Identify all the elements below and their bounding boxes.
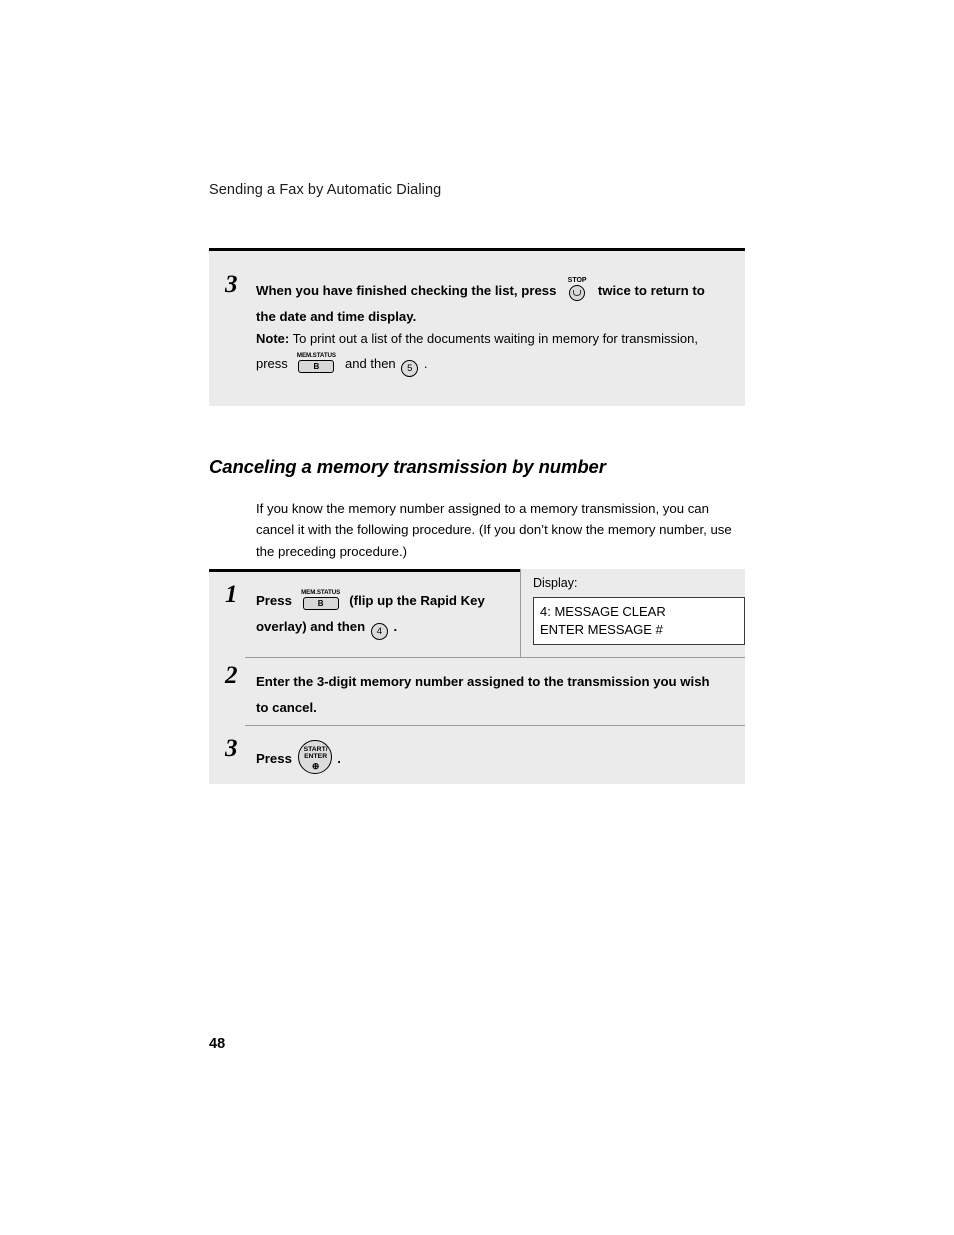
mem-status-key-label: MEM.STATUS	[301, 589, 341, 596]
divider-step-2-3	[245, 725, 745, 726]
step-2-line1: Enter the 3-digit memory number assigned…	[256, 674, 710, 689]
stop-key-label: STOP	[567, 277, 587, 284]
digit-key-4-icon[interactable]: 4	[370, 622, 388, 640]
digit-key-5-icon[interactable]: 5	[401, 360, 419, 378]
step-2-line2: to cancel.	[256, 699, 317, 715]
section-heading: Canceling a memory transmission by numbe…	[209, 456, 606, 477]
step-top-instruction: When you have finished checking the list…	[256, 277, 736, 329]
display-panel: Display: 4: MESSAGE CLEAR ENTER MESSAGE …	[520, 569, 745, 657]
step-top-line2: the date and time display.	[256, 308, 417, 324]
display-line-1: 4: MESSAGE CLEAR	[540, 604, 666, 619]
document-page: Sending a Fax by Automatic Dialing 3 Whe…	[0, 0, 954, 1235]
mem-status-key-button: B	[302, 597, 339, 610]
step-2-number: 2	[225, 662, 238, 689]
note-block: Note: To print out a list of the documen…	[256, 326, 726, 378]
note-end: .	[423, 356, 428, 372]
divider-step-1-2	[245, 657, 745, 658]
mem-status-key-label: MEM.STATUS	[296, 352, 336, 360]
step-top-line1-a: When you have finished checking the list…	[256, 283, 557, 298]
display-line-2: ENTER MESSAGE #	[540, 621, 663, 637]
mem-status-key-icon[interactable]: MEM.STATUS B	[299, 589, 343, 611]
start-enter-key-icon[interactable]: START/ ENTER ⊕	[297, 740, 332, 774]
display-label: Display:	[533, 576, 578, 590]
stop-key-icon[interactable]: STOP	[562, 277, 592, 301]
step-1-text-b: overlay) and then	[256, 618, 366, 634]
step-3-press-label: Press	[256, 751, 292, 766]
note-text: To print out a list of the documents wai…	[292, 331, 698, 346]
section-paragraph: If you know the memory number assigned t…	[256, 501, 732, 559]
step-2-instruction: Enter the 3-digit memory number assigned…	[256, 669, 736, 720]
stop-key-circle	[569, 285, 586, 301]
step-1-text-end: .	[393, 618, 398, 634]
page-number: 48	[209, 1036, 226, 1052]
mem-status-key-button: B	[298, 360, 335, 374]
step-top-line1-b: twice to return to	[597, 283, 705, 298]
note-press-label: press	[256, 356, 288, 372]
display-screen: 4: MESSAGE CLEAR ENTER MESSAGE #	[533, 597, 745, 645]
step-1-number: 1	[225, 581, 238, 608]
step-1-text-a: (flip up the Rapid Key	[349, 593, 485, 608]
step-number: 3	[225, 271, 238, 298]
note-label: Note:	[256, 331, 290, 346]
running-head: Sending a Fax by Automatic Dialing	[209, 182, 442, 198]
step-1-instruction: Press MEM.STATUS B (flip up the Rapid Ke…	[256, 588, 506, 640]
step-1-press-label: Press	[256, 593, 292, 608]
step-3-number: 3	[225, 735, 238, 762]
step-3-text-end: .	[337, 751, 341, 766]
note-and-then: and then	[345, 356, 396, 372]
start-enter-line-2: ENTER	[304, 753, 328, 760]
mem-status-key-icon[interactable]: MEM.STATUS B	[294, 352, 338, 374]
start-enter-symbol: ⊕	[311, 761, 320, 771]
step-3-instruction: Press START/ ENTER ⊕ .	[256, 740, 556, 774]
